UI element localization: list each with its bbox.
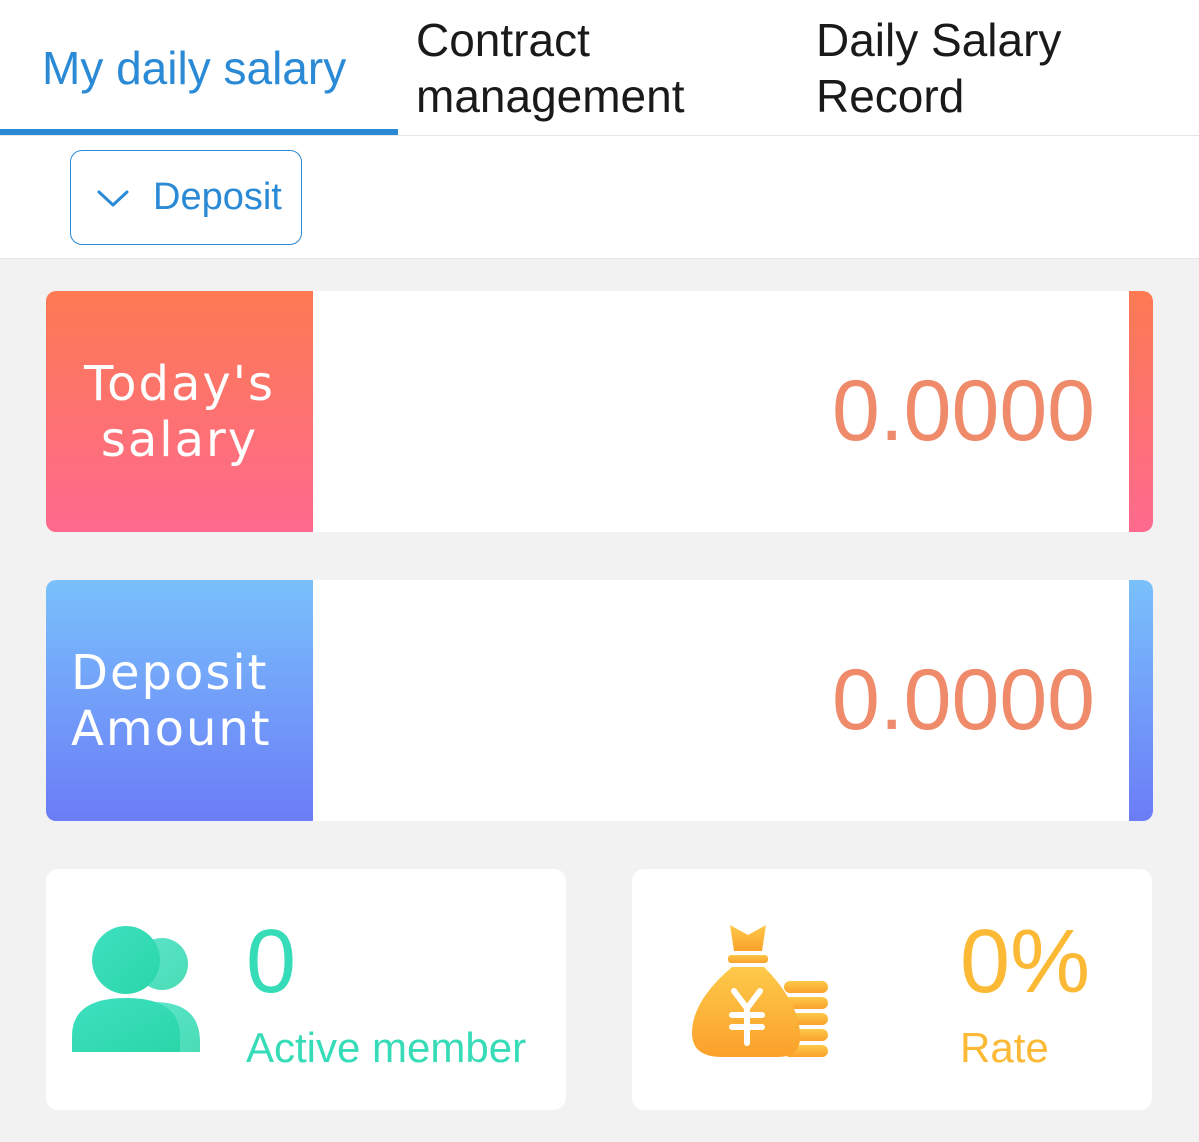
today-salary-label: Today's salary <box>46 291 313 532</box>
money-bag-icon <box>692 921 832 1061</box>
tab-bar: My daily salary Contract management Dail… <box>0 0 1199 136</box>
members-icon <box>70 924 202 1059</box>
tab-daily-salary-record[interactable]: Daily Salary Record <box>816 0 1176 136</box>
rate-label: Rate <box>960 1024 1049 1071</box>
deposit-dropdown[interactable]: Deposit <box>70 150 302 245</box>
chevron-down-icon <box>93 178 133 218</box>
active-member-card: 0 Active member <box>46 869 566 1110</box>
tab-contract-management[interactable]: Contract management <box>416 0 776 136</box>
card-accent-edge <box>1129 291 1153 532</box>
deposit-amount-card: Deposit Amount 0.0000 <box>46 580 1153 821</box>
active-member-count: 0 <box>246 912 297 1012</box>
active-member-label: Active member <box>246 1024 527 1071</box>
active-tab-indicator <box>0 129 398 135</box>
today-salary-value: 0.0000 <box>831 363 1095 459</box>
tab-my-daily-salary[interactable]: My daily salary <box>42 0 382 136</box>
deposit-amount-value: 0.0000 <box>831 652 1095 748</box>
filter-bar: Deposit <box>0 136 1199 259</box>
rate-card: 0% Rate <box>632 869 1152 1110</box>
dropdown-selected-value: Deposit <box>153 176 282 218</box>
rate-value: 0% <box>960 912 1091 1012</box>
card-accent-edge <box>1129 580 1153 821</box>
today-salary-card: Today's salary 0.0000 <box>46 291 1153 532</box>
deposit-amount-label: Deposit Amount <box>46 580 313 821</box>
